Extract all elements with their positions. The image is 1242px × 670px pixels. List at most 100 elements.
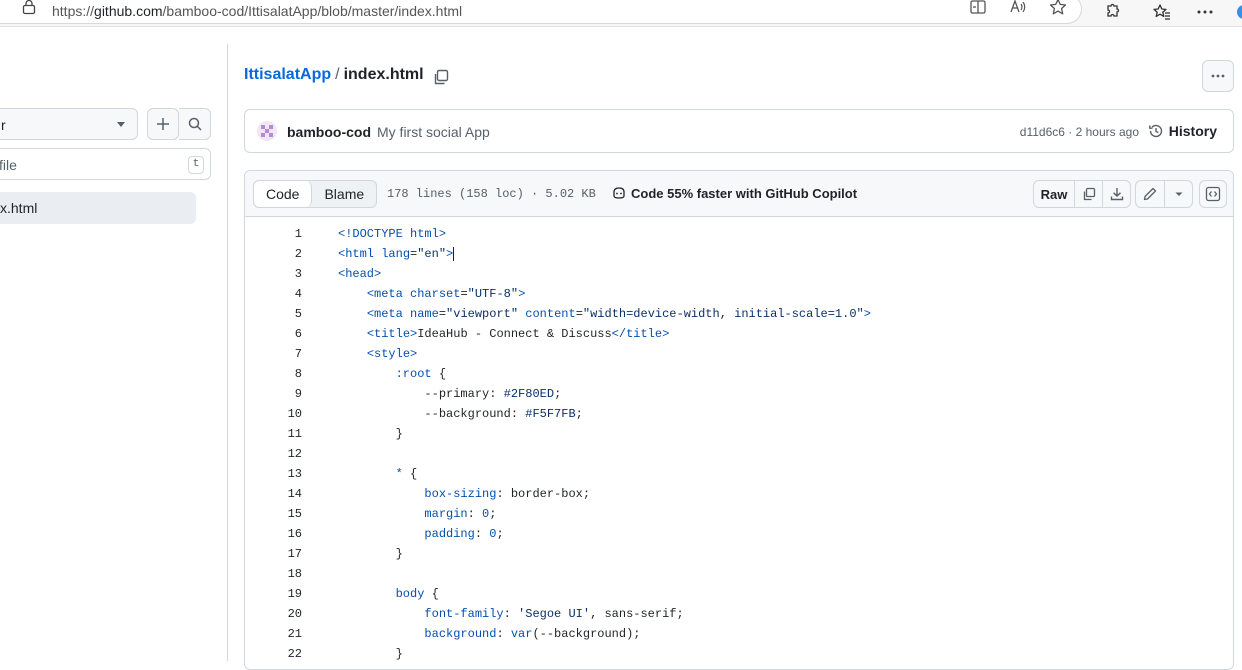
copilot-edge-icon[interactable] <box>1234 2 1242 22</box>
line-number[interactable]: 2 <box>245 244 302 264</box>
code-line: 7 <style> <box>245 344 1233 364</box>
line-number[interactable]: 20 <box>245 604 302 624</box>
edit-dropdown-button[interactable] <box>1165 181 1192 207</box>
more-options-icon[interactable] <box>1195 2 1215 22</box>
code-line: 19 body { <box>245 584 1233 604</box>
history-label: History <box>1168 123 1217 139</box>
file-header: Code Blame 178 lines (158 loc) · 5.02 KB… <box>245 171 1233 217</box>
file-tree-sidebar: r t x.html <box>0 44 228 661</box>
tab-code[interactable]: Code <box>254 181 313 207</box>
line-number[interactable]: 18 <box>245 564 302 584</box>
code-view[interactable]: 1 <!DOCTYPE html> 2 <html lang="en"> 3 <hea… <box>245 224 1233 664</box>
chevron-down-icon <box>117 122 125 127</box>
code-line: 11 } <box>245 424 1233 444</box>
line-number[interactable]: 19 <box>245 584 302 604</box>
code-line: 22 } <box>245 644 1233 664</box>
file-name: index.html <box>343 66 424 83</box>
tab-blame[interactable]: Blame <box>312 181 376 207</box>
commit-author[interactable]: bamboo-cod <box>287 124 371 140</box>
symbols-panel-button[interactable] <box>1199 180 1227 208</box>
go-to-file-input[interactable] <box>0 149 181 181</box>
tree-item-index-html[interactable]: x.html <box>0 192 196 224</box>
tree-item-label: x.html <box>0 200 38 216</box>
split-screen-icon[interactable] <box>968 0 988 17</box>
commit-meta[interactable]: d11d6c6 · 2 hours ago <box>1020 125 1139 139</box>
copilot-text: Code 55% faster with GitHub Copilot <box>631 185 858 201</box>
lock-icon <box>22 0 36 15</box>
line-number[interactable]: 11 <box>245 424 302 444</box>
file-viewer: Code Blame 178 lines (158 loc) · 5.02 KB… <box>244 170 1234 670</box>
code-line: 15 margin: 0; <box>245 504 1233 524</box>
read-aloud-icon[interactable] <box>1008 0 1028 17</box>
line-number[interactable]: 10 <box>245 404 302 424</box>
avatar[interactable] <box>257 121 277 141</box>
code-line: 8 :root { <box>245 364 1233 384</box>
branch-selector[interactable]: r <box>0 108 138 140</box>
line-number[interactable]: 8 <box>245 364 302 384</box>
triangle-down-icon <box>1175 192 1182 196</box>
code-line: 10 --background: #F5F7FB; <box>245 404 1233 424</box>
line-number[interactable]: 21 <box>245 624 302 644</box>
code-line: 12 <box>245 444 1233 464</box>
code-line: 6 <title>IdeaHub - Connect & Discuss</ti… <box>245 324 1233 344</box>
add-file-button[interactable] <box>147 108 179 140</box>
copy-icon <box>1083 187 1095 201</box>
line-number[interactable]: 5 <box>245 304 302 324</box>
line-number[interactable]: 12 <box>245 444 302 464</box>
raw-actions-group: Raw <box>1033 180 1131 208</box>
text-cursor <box>453 246 455 261</box>
plus-icon <box>157 118 169 130</box>
commit-message[interactable]: My first social App <box>377 124 490 140</box>
download-button[interactable] <box>1103 181 1130 207</box>
shortcut-hint: t <box>188 156 204 174</box>
line-number[interactable]: 9 <box>245 384 302 404</box>
view-toggle: Code Blame <box>253 180 378 208</box>
address-bar[interactable]: https://github.com/bamboo-cod/IttisalatA… <box>0 0 1082 24</box>
code-line: 3 <head> <box>245 264 1233 284</box>
more-actions-button[interactable] <box>1202 60 1234 92</box>
code-line: 21 background: var(--background); <box>245 624 1233 644</box>
line-number[interactable]: 7 <box>245 344 302 364</box>
code-line: 18 <box>245 564 1233 584</box>
edit-button[interactable] <box>1136 181 1165 207</box>
copy-path-icon[interactable] <box>432 68 450 86</box>
line-number[interactable]: 4 <box>245 284 302 304</box>
history-icon <box>1148 124 1162 138</box>
favorite-star-icon[interactable] <box>1048 0 1068 17</box>
repo-link[interactable]: IttisalatApp <box>244 66 331 83</box>
download-icon <box>1110 188 1123 201</box>
line-number[interactable]: 14 <box>245 484 302 504</box>
code-line: 14 box-sizing: border-box; <box>245 484 1233 504</box>
breadcrumb-separator: / <box>335 66 340 83</box>
line-number[interactable]: 1 <box>245 224 302 244</box>
history-button[interactable]: History <box>1148 123 1217 139</box>
go-to-file-field[interactable]: t <box>0 148 211 181</box>
code-square-icon <box>1205 186 1221 202</box>
copy-raw-button[interactable] <box>1075 181 1103 207</box>
line-number[interactable]: 22 <box>245 644 302 664</box>
line-number[interactable]: 17 <box>245 544 302 564</box>
favorites-icon[interactable] <box>1152 2 1172 22</box>
file-stats: 178 lines (158 loc) · 5.02 KB <box>387 187 596 201</box>
line-number[interactable]: 6 <box>245 324 302 344</box>
code-line: 13 * { <box>245 464 1233 484</box>
edit-actions-group <box>1135 180 1193 208</box>
code-line: 20 font-family: 'Segoe UI', sans-serif; <box>245 604 1233 624</box>
code-line: 5 <meta name="viewport" content="width=d… <box>245 304 1233 324</box>
raw-button[interactable]: Raw <box>1034 181 1075 207</box>
copilot-promo-link[interactable]: Code 55% faster with GitHub Copilot <box>611 185 857 201</box>
extensions-icon[interactable] <box>1102 2 1122 22</box>
line-number[interactable]: 3 <box>245 264 302 284</box>
line-number[interactable]: 15 <box>245 504 302 524</box>
search-icon <box>188 117 202 131</box>
browser-toolbar: https://github.com/bamboo-cod/IttisalatA… <box>0 0 1242 27</box>
pencil-icon <box>1143 187 1157 201</box>
breadcrumb: IttisalatApp / index.html <box>244 66 424 84</box>
search-files-button[interactable] <box>179 108 211 140</box>
latest-commit-box: bamboo-cod My first social App d11d6c6 ·… <box>244 109 1234 153</box>
url-text: https://github.com/bamboo-cod/IttisalatA… <box>52 3 463 19</box>
code-line: 2 <html lang="en"> <box>245 244 1233 264</box>
code-line: 16 padding: 0; <box>245 524 1233 544</box>
line-number[interactable]: 16 <box>245 524 302 544</box>
line-number[interactable]: 13 <box>245 464 302 484</box>
